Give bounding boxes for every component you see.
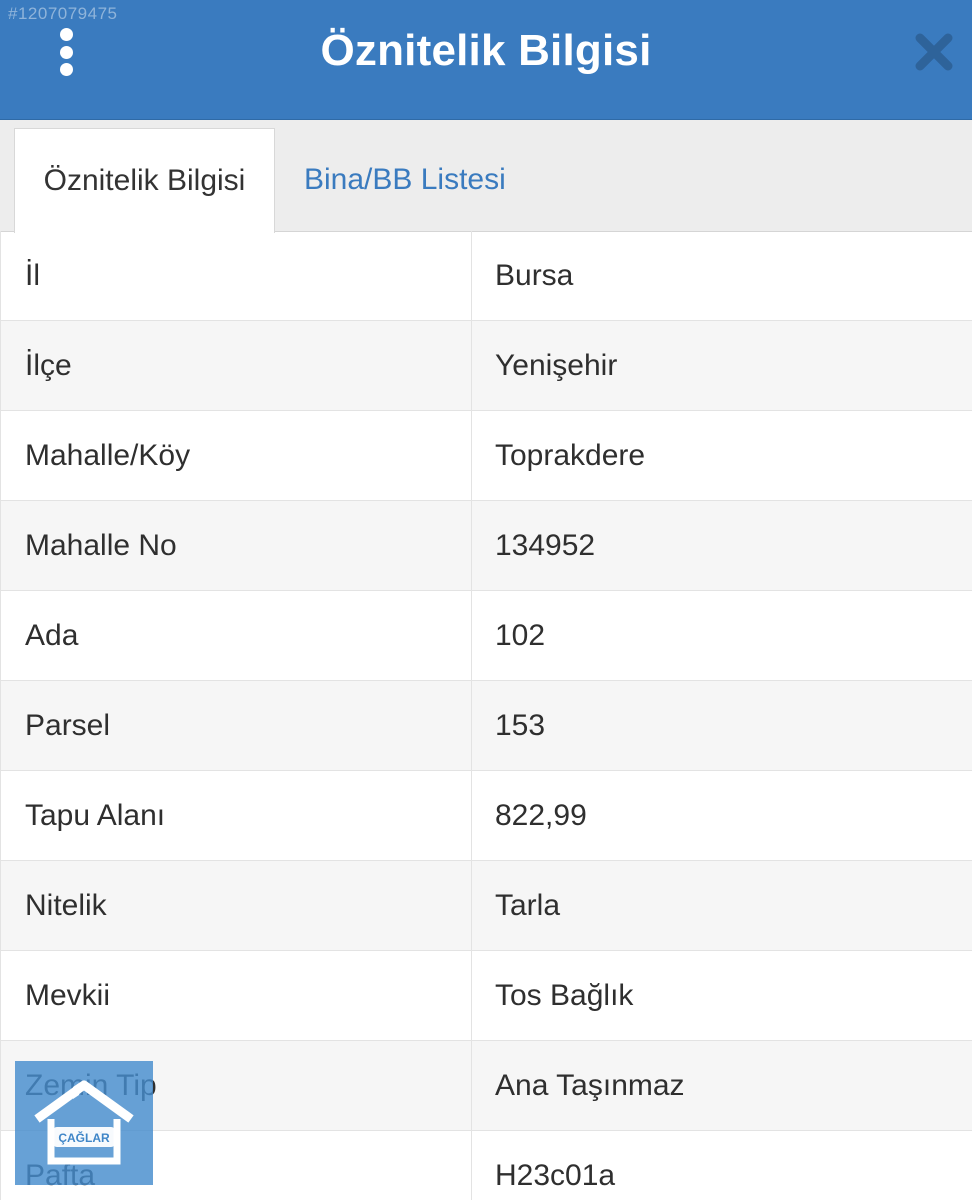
attribute-value: H23c01a [495,1158,616,1192]
attribute-key: Tapu Alanı [1,771,472,860]
attribute-value: Yenişehir [495,348,618,382]
attribute-key: Mevkii [1,951,472,1040]
table-row: Tapu Alanı 822,99 [1,771,972,861]
table-row: İl Bursa [1,231,972,321]
attribute-key: Nitelik [1,861,472,950]
attribute-value: 822,99 [495,798,587,832]
attribute-key: İl [1,231,472,320]
table-row: Mevkii Tos Bağlık [1,951,972,1041]
attribute-value: Toprakdere [495,438,646,472]
table-row: Mahalle No 134952 [1,501,972,591]
table-row: Parsel 153 [1,681,972,771]
attribute-value: Bursa [495,258,574,292]
tab-oznitelik-bilgisi[interactable]: Öznitelik Bilgisi [14,128,275,233]
attribute-key: Mahalle/Köy [1,411,472,500]
tab-bar: Öznitelik Bilgisi Bina/BB Listesi [0,120,972,233]
attribute-value: Tarla [495,888,561,922]
table-row: İlçe Yenişehir [1,321,972,411]
table-row: Mahalle/Köy Toprakdere [1,411,972,501]
attribute-value: 102 [495,618,546,652]
listing-id-watermark: #1207079475 [8,4,118,23]
attribute-key: Parsel [1,681,472,770]
close-icon[interactable] [912,30,956,74]
attribute-value: Tos Bağlık [495,978,634,1012]
attribute-value: 134952 [495,528,596,562]
table-row: Ada 102 [1,591,972,681]
top-app-bar: #1207079475 Öznitelik Bilgisi [0,0,972,120]
attribute-key: Ada [1,591,472,680]
house-logo-icon: ÇAĞLAR [15,1061,153,1185]
attribute-key: İlçe [1,321,472,410]
tab-bina-bb-listesi[interactable]: Bina/BB Listesi [304,128,506,232]
svg-text:ÇAĞLAR: ÇAĞLAR [58,1130,110,1145]
table-row: Nitelik Tarla [1,861,972,951]
attribute-value: 153 [495,708,546,742]
attribute-value: Ana Taşınmaz [495,1068,685,1102]
attribute-table: İl Bursa İlçe Yenişehir Mahalle/Köy Topr… [0,231,972,1200]
attribute-key: Mahalle No [1,501,472,590]
page-title: Öznitelik Bilgisi [320,26,652,75]
